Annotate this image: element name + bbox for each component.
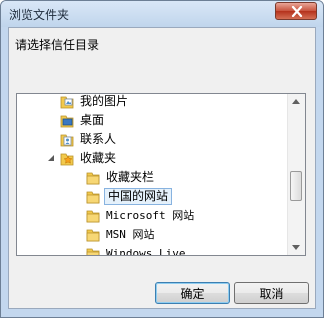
folder-tree[interactable]: 我的图片 桌面 联系人 收藏夹 收藏夹栏 中国的网站 Microsoft 网站 … xyxy=(16,93,306,256)
tree-item-windows-live[interactable]: Windows Live xyxy=(85,244,187,256)
folder-icon xyxy=(86,210,100,222)
title-bar[interactable]: 浏览文件夹 xyxy=(1,1,323,27)
tree-item-my-pictures[interactable]: 我的图片 xyxy=(59,94,130,111)
tree-item-contacts[interactable]: 联系人 xyxy=(59,130,118,149)
browse-folder-dialog: 浏览文件夹 请选择信任目录 我的图片 桌面 联系人 收藏夹 收藏夹栏 中国的网站… xyxy=(0,0,324,318)
folder-icon xyxy=(86,229,100,241)
tree-item-msn-sites[interactable]: MSN 网站 xyxy=(85,225,157,244)
cancel-button[interactable]: 取消 xyxy=(234,282,309,304)
tree-item-label: 收藏夹栏 xyxy=(106,170,155,184)
expanded-chevron-icon[interactable] xyxy=(47,154,55,162)
tree-item-label: 收藏夹 xyxy=(80,151,117,165)
window-title: 浏览文件夹 xyxy=(9,8,70,22)
tree-item-label: 我的图片 xyxy=(80,94,129,108)
scroll-thumb[interactable] xyxy=(290,171,302,201)
folder-icon xyxy=(86,172,100,184)
pictures-folder-icon xyxy=(60,96,74,108)
tree-item-favorites-bar[interactable]: 收藏夹栏 xyxy=(85,168,156,187)
vertical-scrollbar[interactable] xyxy=(287,94,305,255)
tree-item-label: MSN 网站 xyxy=(106,228,155,241)
desktop-folder-icon xyxy=(60,115,74,127)
tree-item-desktop[interactable]: 桌面 xyxy=(59,111,106,130)
tree-item-label: 中国的网站 xyxy=(104,188,173,205)
scroll-up-arrow-icon[interactable] xyxy=(292,99,300,104)
tree-item-microsoft-sites[interactable]: Microsoft 网站 xyxy=(85,206,196,225)
tree-item-label: 联系人 xyxy=(80,132,117,146)
tree-item-label: Windows Live xyxy=(106,247,186,256)
tree-item-china-sites[interactable]: 中国的网站 xyxy=(85,187,173,206)
close-icon xyxy=(291,6,303,17)
tree-item-label: 桌面 xyxy=(80,113,105,127)
prompt-label: 请选择信任目录 xyxy=(15,38,100,52)
folder-icon xyxy=(86,191,100,203)
folder-icon xyxy=(86,248,100,255)
close-button[interactable] xyxy=(275,2,317,20)
contacts-folder-icon xyxy=(60,134,74,146)
favorites-folder-icon xyxy=(60,153,74,165)
dialog-body: 请选择信任目录 我的图片 桌面 联系人 收藏夹 收藏夹栏 中国的网站 Micro… xyxy=(8,27,316,309)
ok-button[interactable]: 确定 xyxy=(155,282,230,304)
scroll-down-arrow-icon[interactable] xyxy=(292,245,300,250)
tree-item-favorites[interactable]: 收藏夹 xyxy=(59,149,118,168)
tree-item-label: Microsoft 网站 xyxy=(106,209,195,222)
